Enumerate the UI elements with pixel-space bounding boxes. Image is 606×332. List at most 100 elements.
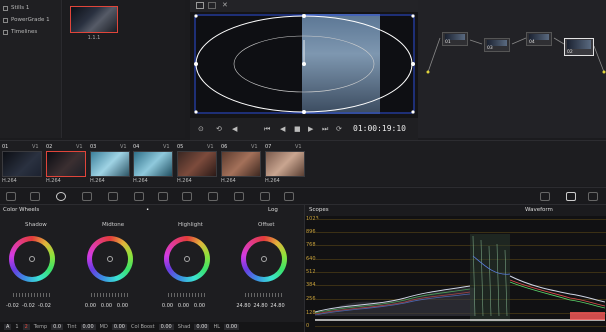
clip-codec: H.264 <box>133 178 148 184</box>
clip-thumb-06[interactable] <box>221 151 261 177</box>
clip-number: 01 <box>2 144 9 150</box>
midtone-r[interactable]: 0.00 <box>83 303 98 309</box>
tracker-icon[interactable] <box>208 192 218 201</box>
clip-track: V1 <box>207 144 214 150</box>
node-03[interactable]: 03 <box>484 38 510 52</box>
node-editor[interactable]: 01 03 04 02 <box>418 0 606 138</box>
gallery-item-stills[interactable]: Stills 1 <box>0 2 62 14</box>
node-04[interactable]: 04 <box>526 32 552 46</box>
scopes-icon[interactable] <box>566 192 576 201</box>
clip-thumb-04[interactable] <box>133 151 173 177</box>
transport-bar: ⊙ ⟲ ◀ ⏮ ◀ ■ ▶ ⏭ ⟳ 01:00:19:10 <box>190 118 418 140</box>
shadow-r[interactable]: -0.02 <box>5 303 20 309</box>
wheel-name: Midtone <box>102 222 125 228</box>
midtone-wheel[interactable] <box>87 236 133 282</box>
clip-codec: H.264 <box>177 178 192 184</box>
clip-codec: H.264 <box>221 178 236 184</box>
md-value[interactable]: 0.00 <box>111 324 127 330</box>
colboost-value[interactable]: 0.00 <box>158 324 174 330</box>
sizing-icon[interactable] <box>284 192 294 201</box>
key-icon[interactable] <box>260 192 270 201</box>
clip-number: 02 <box>46 144 53 150</box>
highlight-slider[interactable] <box>168 293 206 297</box>
timecode: 01:00:19:10 <box>353 124 406 133</box>
page-1-button[interactable]: 1 <box>15 324 18 330</box>
clip-thumb-02[interactable] <box>46 151 86 177</box>
loop-playback-icon[interactable]: ⟳ <box>336 125 342 133</box>
wheels-mode[interactable]: Log <box>268 207 278 213</box>
temp-value[interactable]: 0.0 <box>51 324 64 330</box>
gallery-item-label: Stills 1 <box>11 5 30 11</box>
color-match-icon[interactable] <box>30 192 40 201</box>
last-frame-icon[interactable]: ⏭ <box>322 125 328 134</box>
loop-icon[interactable]: ⟲ <box>216 125 222 133</box>
clip-timeline: 01 V1 H.264 02 V1 H.264 03 V1 H.264 04 V… <box>0 140 606 186</box>
page-dot-icon: • <box>146 207 150 213</box>
highlight-g[interactable]: 0.00 <box>176 303 191 309</box>
clip-track: V1 <box>32 144 39 150</box>
clip-thumb-01[interactable] <box>2 151 42 177</box>
shadow-slider[interactable] <box>13 293 51 297</box>
color-wheels-icon[interactable] <box>56 192 66 201</box>
hl-value[interactable]: 0.00 <box>224 324 240 330</box>
clip-thumb-03[interactable] <box>90 151 130 177</box>
colboost-label: Col Boost <box>130 324 155 330</box>
first-frame-icon[interactable]: ⏮ <box>264 125 270 134</box>
magic-wand-icon[interactable]: ✕ <box>222 1 228 9</box>
camera-raw-icon[interactable] <box>6 192 16 201</box>
qualifier-icon[interactable] <box>158 192 168 201</box>
clip-track: V1 <box>251 144 258 150</box>
split-view-icon[interactable] <box>208 2 216 9</box>
highlight-r[interactable]: 0.00 <box>160 303 175 309</box>
motion-effects-icon[interactable] <box>108 192 118 201</box>
tint-value[interactable]: 0.00 <box>80 324 96 330</box>
clip-thumb-07[interactable] <box>265 151 305 177</box>
clip-number: 07 <box>265 144 272 150</box>
viewer-frame[interactable] <box>194 14 415 114</box>
scope-mode[interactable]: Waveform <box>525 207 553 213</box>
curves-icon[interactable] <box>134 192 144 201</box>
shad-value[interactable]: 0.00 <box>194 324 210 330</box>
gallery-item-powergrade[interactable]: PowerGrade 1 <box>0 14 62 26</box>
offset-r[interactable]: 24.80 <box>236 303 251 309</box>
shad-label: Shad <box>177 324 191 330</box>
adjustment-bar: A 1 2 Temp 0.0 Tint 0.00 MD 0.00 Col Boo… <box>0 322 304 332</box>
highlight-b[interactable]: 0.00 <box>192 303 207 309</box>
page-2-button[interactable]: 2 <box>22 324 30 330</box>
stop-icon[interactable]: ■ <box>294 125 301 133</box>
window-icon[interactable] <box>182 192 192 201</box>
node-02-selected[interactable]: 02 <box>564 38 594 56</box>
midtone-g[interactable]: 0.00 <box>99 303 114 309</box>
play-icon[interactable]: ▶ <box>308 125 313 133</box>
wheel-name: Offset <box>258 222 275 228</box>
midtone-b[interactable]: 0.00 <box>115 303 130 309</box>
info-icon[interactable] <box>588 192 598 201</box>
palette-toolbar <box>0 187 606 205</box>
node-label: 03 <box>487 46 493 51</box>
color-wheels-title: Color Wheels <box>3 207 40 213</box>
midtone-slider[interactable] <box>91 293 129 297</box>
shadow-wheel[interactable] <box>9 236 55 282</box>
gallery-item-label: Timelines <box>11 29 38 35</box>
volume-icon[interactable]: ◀ <box>232 125 237 133</box>
power-window-overlay[interactable] <box>194 14 415 114</box>
rgb-mixer-icon[interactable] <box>82 192 92 201</box>
clip-track: V1 <box>295 144 302 150</box>
gallery-item-timelines[interactable]: Timelines <box>0 26 62 38</box>
auto-balance-button[interactable]: A <box>4 324 12 330</box>
zoom-icon[interactable]: ⊙ <box>198 125 204 133</box>
highlight-wheel[interactable] <box>164 236 210 282</box>
offset-slider[interactable] <box>245 293 283 297</box>
offset-b[interactable]: 24.80 <box>270 303 285 309</box>
node-01[interactable]: 01 <box>442 32 468 46</box>
clip-thumb-05[interactable] <box>177 151 217 177</box>
offset-g[interactable]: 24.80 <box>253 303 268 309</box>
single-view-icon[interactable] <box>196 2 204 9</box>
lightbox-icon[interactable] <box>540 192 550 201</box>
reverse-play-icon[interactable]: ◀ <box>280 125 285 133</box>
offset-wheel[interactable] <box>241 236 287 282</box>
shadow-g[interactable]: -0.02 <box>21 303 36 309</box>
shadow-b[interactable]: -0.02 <box>37 303 52 309</box>
blur-icon[interactable] <box>234 192 244 201</box>
still-thumbnail[interactable] <box>70 6 118 33</box>
